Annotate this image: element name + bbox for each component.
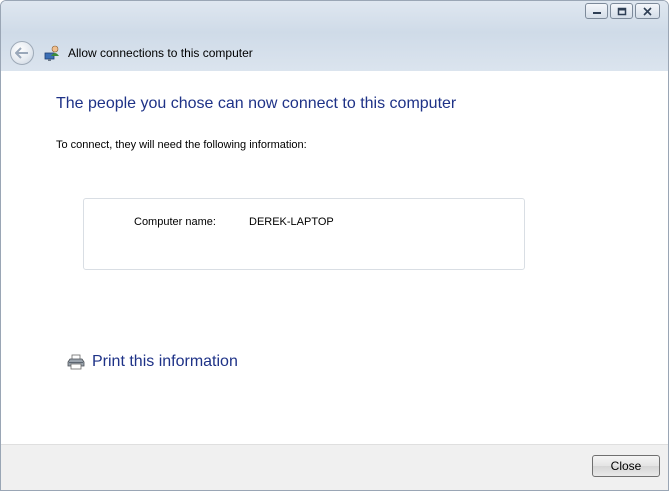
printer-icon <box>67 354 85 370</box>
maximize-button[interactable] <box>610 3 633 19</box>
minimize-button[interactable] <box>585 3 608 19</box>
window-title: Allow connections to this computer <box>68 46 253 60</box>
navigation-bar: Allow connections to this computer <box>1 35 668 71</box>
minimize-icon <box>592 12 601 14</box>
print-information-label: Print this information <box>92 353 238 370</box>
network-users-icon <box>44 45 59 61</box>
print-information-link[interactable]: Print this information <box>67 353 238 371</box>
caption-buttons <box>585 3 660 19</box>
connection-info-box: Computer name: DEREK-LAPTOP <box>83 198 525 270</box>
close-icon <box>643 6 652 16</box>
maximize-icon <box>617 7 626 15</box>
window-close-button[interactable] <box>635 3 660 19</box>
back-button[interactable] <box>10 41 34 65</box>
close-button[interactable]: Close <box>592 455 660 477</box>
page-heading: The people you chose can now connect to … <box>56 95 457 112</box>
instruction-text: To connect, they will need the following… <box>56 139 307 151</box>
content-area: The people you chose can now connect to … <box>1 71 668 447</box>
dialog-window: Allow connections to this computer The p… <box>0 0 669 491</box>
computer-name-value: DEREK-LAPTOP <box>249 216 334 228</box>
computer-name-label: Computer name: <box>134 216 216 228</box>
back-arrow-icon <box>15 47 28 59</box>
dialog-footer: Close <box>1 444 668 490</box>
title-bar: Allow connections to this computer <box>1 1 668 71</box>
